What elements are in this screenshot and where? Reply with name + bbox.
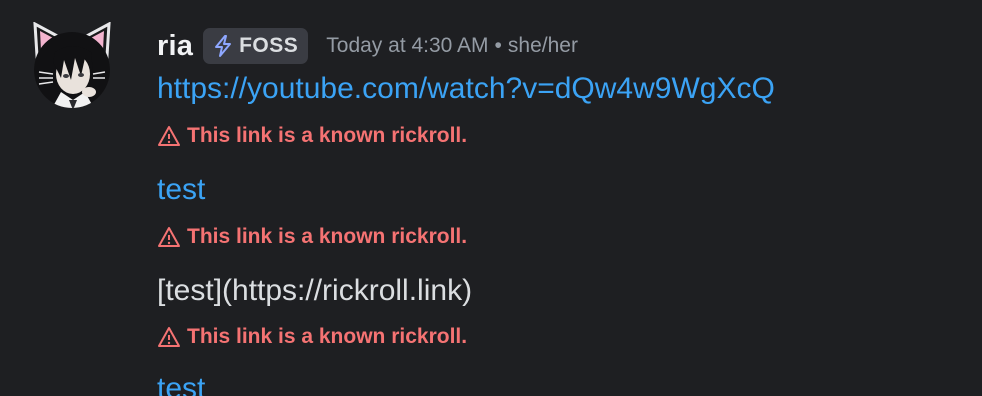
- message-header: ria FOSS Today at 4:30 AM • she/her: [157, 26, 962, 66]
- message-line-3: [test](https://rickroll.link): [157, 274, 472, 308]
- lightning-icon: [211, 34, 235, 58]
- avatar-image: [33, 21, 111, 108]
- warning-text: This link is a known rickroll.: [187, 225, 468, 248]
- warning-icon: [157, 226, 181, 248]
- user-avatar[interactable]: [31, 21, 113, 110]
- message-line-1: https://youtube.com/watch?v=dQw4w9WgXcQ: [157, 72, 775, 106]
- rickroll-warning-2: This link is a known rickroll.: [157, 225, 467, 249]
- username[interactable]: ria: [157, 30, 193, 63]
- server-tag-label: FOSS: [239, 34, 299, 57]
- timestamp[interactable]: Today at 4:30 AM: [326, 34, 488, 58]
- message-content: ria FOSS Today at 4:30 AM • she/her: [157, 26, 962, 66]
- message-line-2: test: [157, 173, 205, 207]
- chat-message: ria FOSS Today at 4:30 AM • she/her http…: [0, 0, 982, 396]
- rickroll-warning-1: This link is a known rickroll.: [157, 124, 467, 148]
- server-tag[interactable]: FOSS: [203, 28, 309, 64]
- warning-icon: [157, 125, 181, 147]
- warning-icon: [157, 326, 181, 348]
- message-link-test[interactable]: test: [157, 173, 205, 206]
- pronouns: she/her: [507, 34, 578, 57]
- warning-text: This link is a known rickroll.: [187, 325, 468, 348]
- message-link-test-2[interactable]: test: [157, 372, 205, 396]
- warning-text: This link is a known rickroll.: [187, 124, 468, 147]
- separator: •: [494, 34, 502, 57]
- message-link-youtube[interactable]: https://youtube.com/watch?v=dQw4w9WgXcQ: [157, 72, 775, 105]
- markdown-text: [test](https://rickroll.link): [157, 274, 473, 307]
- rickroll-warning-3: This link is a known rickroll.: [157, 325, 467, 349]
- message-line-4: test: [157, 372, 205, 396]
